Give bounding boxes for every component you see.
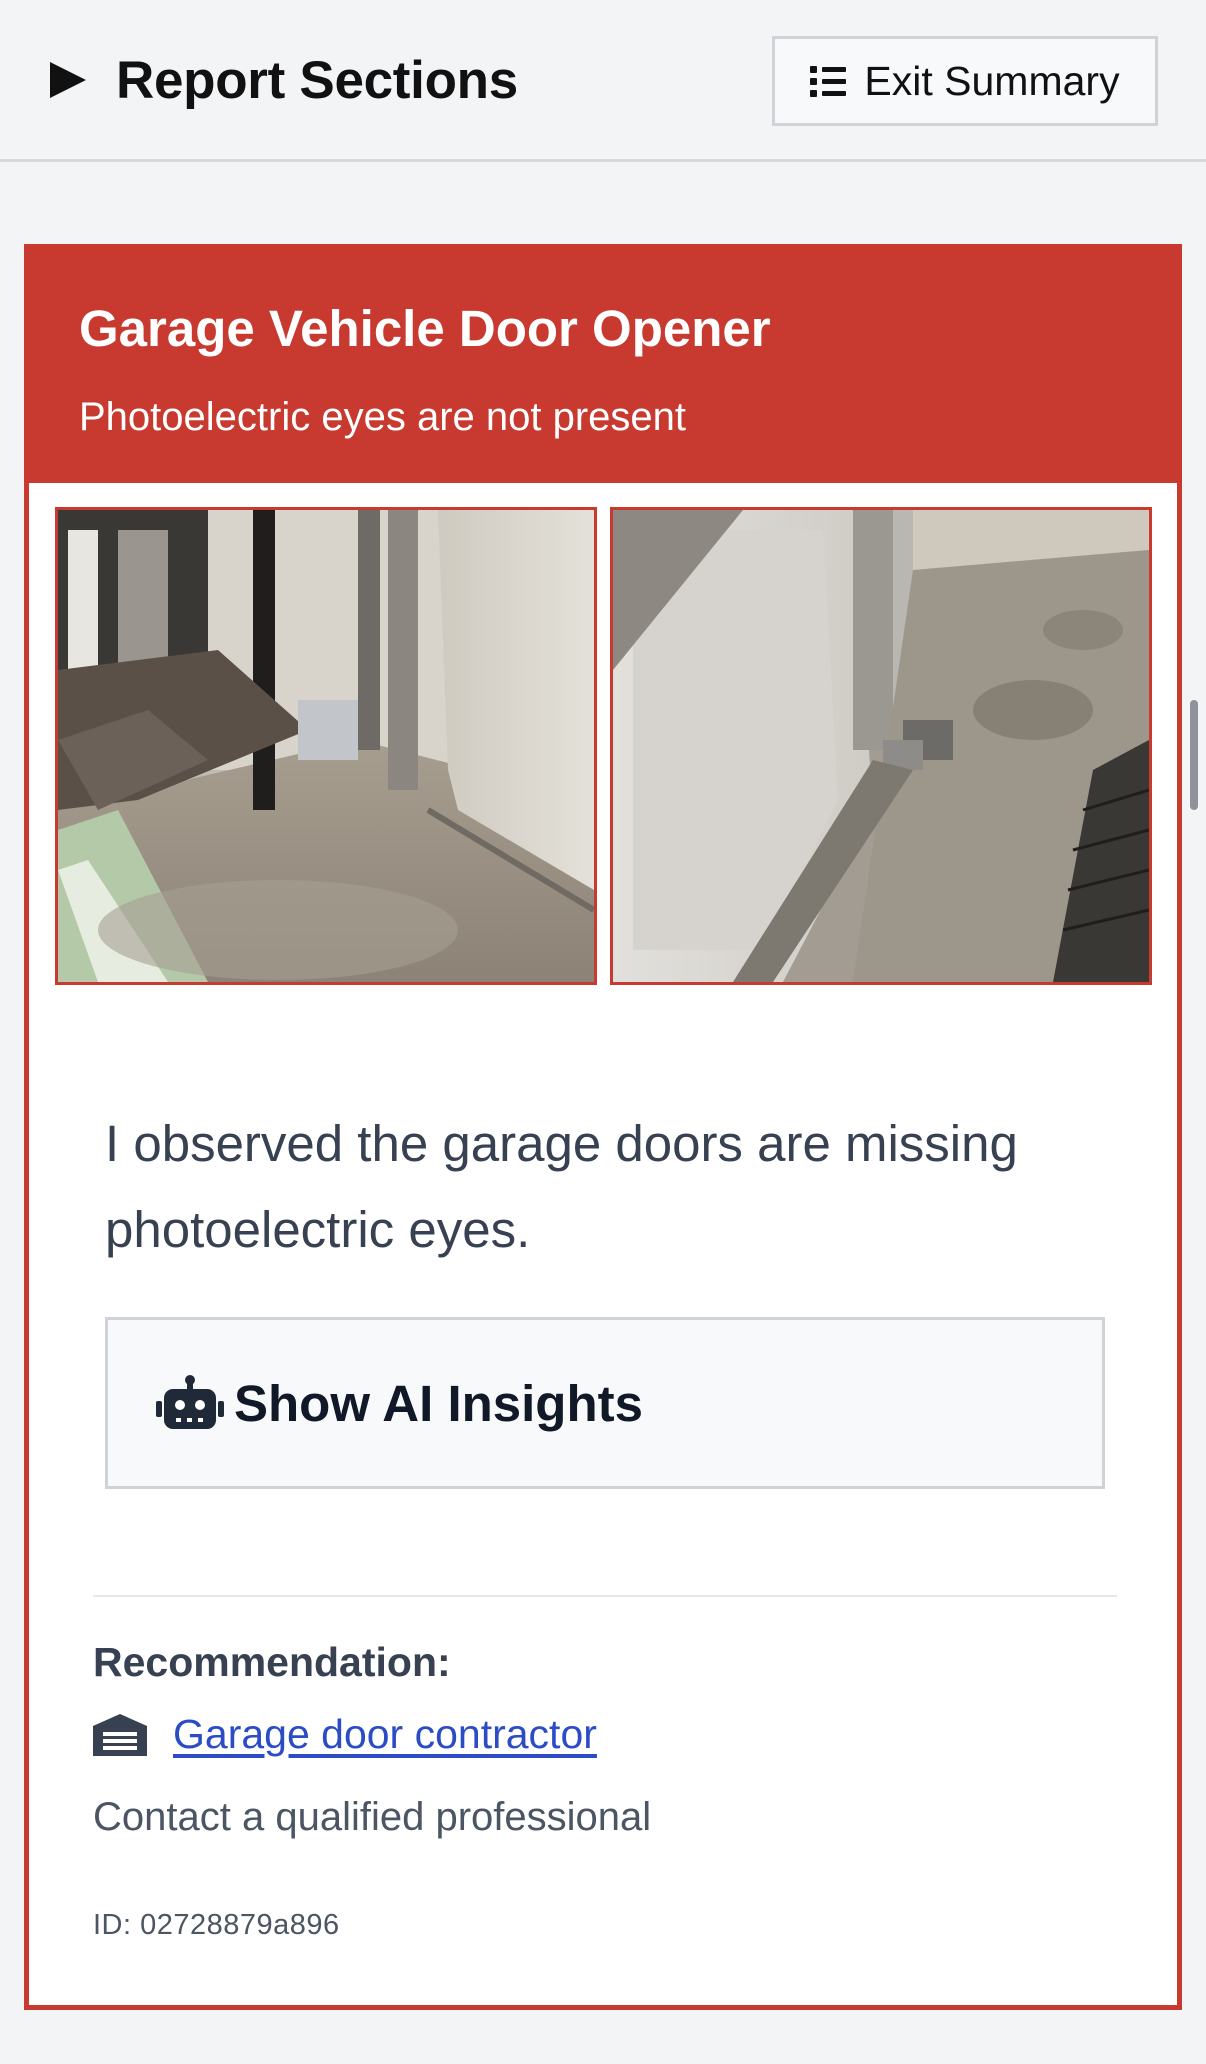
play-triangle-icon bbox=[50, 62, 86, 98]
report-sections-title: Report Sections bbox=[116, 50, 518, 110]
observation-text: I observed the garage doors are missing … bbox=[105, 1115, 1018, 1258]
finding-photo[interactable] bbox=[55, 507, 597, 985]
garage-photo-1-image bbox=[58, 510, 594, 982]
show-ai-insights-label: Show AI Insights bbox=[234, 1374, 643, 1432]
show-ai-insights-button[interactable]: Show AI Insights bbox=[105, 1317, 1105, 1489]
finding-id: ID: 02728879a896 bbox=[93, 1909, 340, 1941]
finding-photo[interactable] bbox=[610, 507, 1152, 985]
contact-text: Contact a qualified professional bbox=[93, 1795, 652, 1839]
report-sections-toggle[interactable]: Report Sections bbox=[50, 44, 518, 116]
section-divider bbox=[93, 1595, 1117, 1597]
contractor-row: Garage door contractor bbox=[93, 1711, 597, 1758]
exit-summary-label: Exit Summary bbox=[864, 57, 1120, 104]
scrollbar-thumb[interactable] bbox=[1190, 700, 1198, 810]
finding-header: Garage Vehicle Door Opener Photoelectric… bbox=[29, 249, 1177, 483]
finding-title: Garage Vehicle Door Opener bbox=[79, 300, 771, 357]
exit-summary-button[interactable]: Exit Summary bbox=[772, 36, 1158, 126]
list-icon bbox=[810, 65, 847, 97]
garage-door-contractor-link[interactable]: Garage door contractor bbox=[173, 1711, 597, 1758]
finding-subtitle: Photoelectric eyes are not present bbox=[79, 395, 687, 439]
garage-photo-2-image bbox=[613, 510, 1149, 982]
top-bar: Report Sections Exit Summary bbox=[0, 0, 1206, 162]
recommendation-label: Recommendation: bbox=[93, 1639, 451, 1685]
robot-icon bbox=[156, 1375, 224, 1429]
finding-card: Garage Vehicle Door Opener Photoelectric… bbox=[24, 244, 1182, 2010]
garage-icon bbox=[93, 1713, 147, 1756]
